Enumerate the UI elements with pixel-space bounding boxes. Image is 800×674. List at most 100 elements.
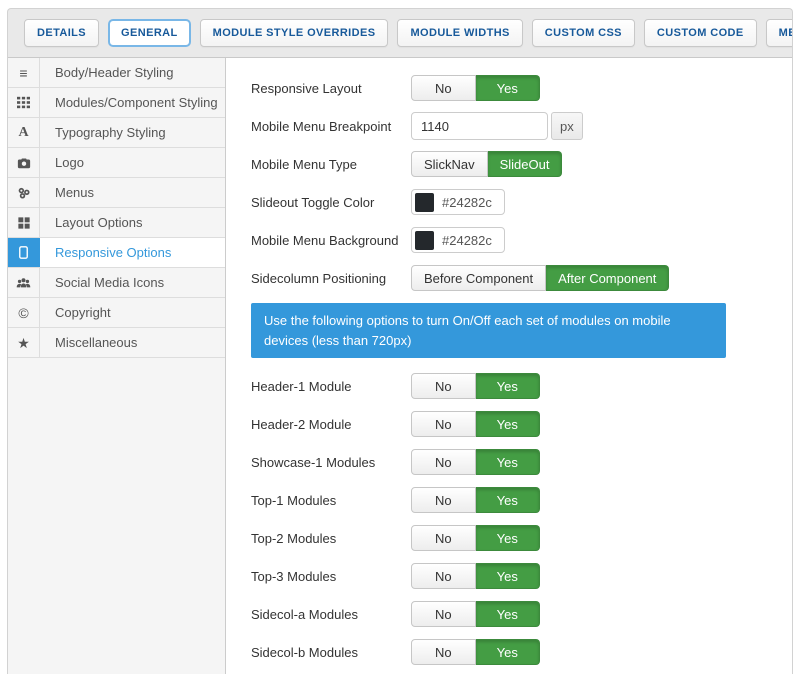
sidecol-b-modules-toggle: NoYes: [411, 639, 540, 665]
toggle-option-slicknav[interactable]: SlickNav: [411, 151, 488, 177]
tab-module-widths[interactable]: MODULE WIDTHS: [397, 19, 522, 47]
toggle-option-no[interactable]: No: [411, 75, 476, 101]
menu-lines-icon: ≡: [8, 58, 40, 87]
toggle-option-yes[interactable]: Yes: [476, 639, 541, 665]
sidebar-item-logo[interactable]: Logo: [8, 148, 225, 178]
tab-custom-code[interactable]: CUSTOM CODE: [644, 19, 757, 47]
toggle-option-slideout[interactable]: SlideOut: [488, 151, 563, 177]
color-swatch: [415, 231, 434, 250]
toggle-option-no[interactable]: No: [411, 563, 476, 589]
copyright-icon: ©: [8, 298, 40, 327]
tablet-icon: [8, 238, 40, 267]
toggle-option-yes[interactable]: Yes: [476, 411, 541, 437]
field-label: Header-2 Module: [251, 417, 411, 432]
slideout-toggle-color-colorpicker[interactable]: #24282c: [411, 189, 505, 215]
form-row-header-2-module: Header-2 ModuleNoYes: [251, 411, 772, 437]
toggle-option-no[interactable]: No: [411, 449, 476, 475]
toggle-option-no[interactable]: No: [411, 601, 476, 627]
mobile-menu-breakpoint-input[interactable]: [411, 112, 548, 140]
top-2-modules-toggle: NoYes: [411, 525, 540, 551]
toggle-option-no[interactable]: No: [411, 487, 476, 513]
settings-sidebar: ≡Body/Header StylingModules/Component St…: [8, 58, 226, 674]
color-swatch: [415, 193, 434, 212]
toggle-option-yes[interactable]: Yes: [476, 487, 541, 513]
form-row-responsive-layout: Responsive LayoutNoYes: [251, 75, 772, 101]
form-row-top-2-modules: Top-2 ModulesNoYes: [251, 525, 772, 551]
toggle-option-before-component[interactable]: Before Component: [411, 265, 546, 291]
sidebar-item-label: Modules/Component Styling: [40, 88, 218, 117]
sidebar-item-body-header-styling[interactable]: ≡Body/Header Styling: [8, 58, 225, 88]
toggle-option-after-component[interactable]: After Component: [546, 265, 669, 291]
tab-module-style-overrides[interactable]: MODULE STYLE OVERRIDES: [200, 19, 389, 47]
camera-icon: [8, 148, 40, 177]
mobile-menu-background-colorpicker[interactable]: #24282c: [411, 227, 505, 253]
sidebar-item-social-media-icons[interactable]: Social Media Icons: [8, 268, 225, 298]
sidebar-item-responsive-options[interactable]: Responsive Options: [8, 238, 225, 268]
top-1-modules-toggle: NoYes: [411, 487, 540, 513]
toggle-option-yes[interactable]: Yes: [476, 449, 541, 475]
sidebar-item-label: Body/Header Styling: [40, 58, 174, 87]
field-label: Top-1 Modules: [251, 493, 411, 508]
template-settings-panel: DETAILS GENERAL MODULE STYLE OVERRIDES MODU…: [7, 8, 793, 674]
tab-details[interactable]: DETAILS: [24, 19, 99, 47]
sidecol-a-modules-toggle: NoYes: [411, 601, 540, 627]
form-row-mobile-menu-breakpoint: Mobile Menu Breakpoint px: [251, 113, 772, 139]
mobile-menu-type-toggle: SlickNavSlideOut: [411, 151, 562, 177]
toggle-option-no[interactable]: No: [411, 411, 476, 437]
form-row-mobile-menu-type: Mobile Menu TypeSlickNavSlideOut: [251, 151, 772, 177]
form-row-showcase-1-modules: Showcase-1 ModulesNoYes: [251, 449, 772, 475]
grid-icon: [8, 88, 40, 117]
star-icon: ★: [8, 328, 40, 357]
field-label: Top-2 Modules: [251, 531, 411, 546]
toggle-option-no[interactable]: No: [411, 373, 476, 399]
tab-bar: DETAILS GENERAL MODULE STYLE OVERRIDES MODU…: [8, 9, 792, 57]
tab-menu-assignment[interactable]: MENU ASSIGNMENT: [766, 19, 793, 47]
settings-form: Responsive LayoutNoYes Mobile Menu Breakp…: [226, 58, 792, 674]
sidebar-item-label: Menus: [40, 178, 94, 207]
field-label: Sidecol-b Modules: [251, 645, 411, 660]
sidebar-item-label: Typography Styling: [40, 118, 166, 147]
toggle-option-no[interactable]: No: [411, 639, 476, 665]
sidebar-item-label: Logo: [40, 148, 84, 177]
users-icon: [8, 268, 40, 297]
toggle-option-yes[interactable]: Yes: [476, 601, 541, 627]
sidebar-item-menus[interactable]: Menus: [8, 178, 225, 208]
header-1-module-toggle: NoYes: [411, 373, 540, 399]
unit-addon: px: [551, 112, 583, 140]
sidebar-item-modules-component-styling[interactable]: Modules/Component Styling: [8, 88, 225, 118]
field-label: Mobile Menu Type: [251, 157, 411, 172]
field-label: Slideout Toggle Color: [251, 195, 411, 210]
form-row-sidecolumn-positioning: Sidecolumn PositioningBefore ComponentAf…: [251, 265, 772, 291]
tab-general[interactable]: GENERAL: [108, 19, 191, 47]
sidebar-item-label: Layout Options: [40, 208, 142, 237]
sidebar-item-miscellaneous[interactable]: ★Miscellaneous: [8, 328, 225, 358]
grid-large-icon: [8, 208, 40, 237]
tab-custom-css[interactable]: CUSTOM CSS: [532, 19, 635, 47]
share-icon: [8, 178, 40, 207]
field-label: Mobile Menu Breakpoint: [251, 119, 411, 134]
field-label: Header-1 Module: [251, 379, 411, 394]
toggle-option-yes[interactable]: Yes: [476, 525, 541, 551]
sidebar-item-label: Social Media Icons: [40, 268, 164, 297]
sidebar-item-layout-options[interactable]: Layout Options: [8, 208, 225, 238]
settings-body: ≡Body/Header StylingModules/Component St…: [8, 57, 792, 674]
field-label: Sidecol-a Modules: [251, 607, 411, 622]
form-row-mobile-menu-background: Mobile Menu Background #24282c: [251, 227, 772, 253]
form-row-top-1-modules: Top-1 ModulesNoYes: [251, 487, 772, 513]
field-label: Showcase-1 Modules: [251, 455, 411, 470]
sidebar-item-typography-styling[interactable]: ATypography Styling: [8, 118, 225, 148]
form-row-sidecol-b-modules: Sidecol-b ModulesNoYes: [251, 639, 772, 665]
responsive-layout-toggle: NoYes: [411, 75, 540, 101]
info-message: Use the following options to turn On/Off…: [251, 303, 726, 358]
font-icon: A: [8, 118, 40, 147]
field-label: Top-3 Modules: [251, 569, 411, 584]
toggle-option-no[interactable]: No: [411, 525, 476, 551]
color-value: #24282c: [442, 233, 492, 248]
sidebar-item-copyright[interactable]: ©Copyright: [8, 298, 225, 328]
field-label: Mobile Menu Background: [251, 233, 411, 248]
sidebar-item-label: Copyright: [40, 298, 111, 327]
toggle-option-yes[interactable]: Yes: [476, 75, 541, 101]
toggle-option-yes[interactable]: Yes: [476, 373, 541, 399]
toggle-option-yes[interactable]: Yes: [476, 563, 541, 589]
color-value: #24282c: [442, 195, 492, 210]
